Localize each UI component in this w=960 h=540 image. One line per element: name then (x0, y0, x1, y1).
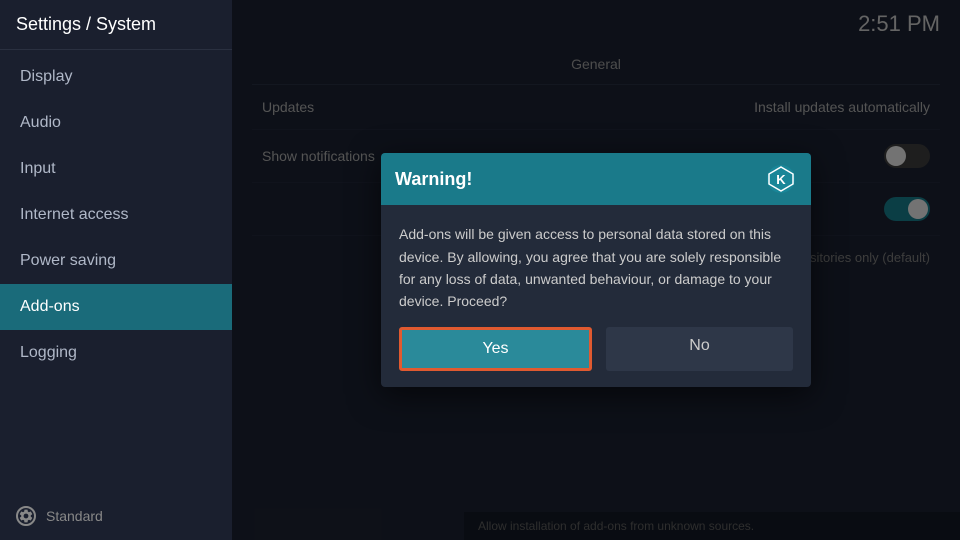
dialog-body: Add-ons will be given access to personal… (381, 205, 811, 327)
sidebar-footer: Standard (0, 492, 232, 540)
sidebar-item-input[interactable]: Input (0, 146, 232, 192)
dialog-title: Warning! (395, 169, 472, 190)
sidebar: Settings / System Display Audio Input In… (0, 0, 232, 540)
kodi-logo-icon: K (765, 163, 797, 195)
sidebar-title: Settings / System (0, 0, 232, 50)
yes-button[interactable]: Yes (399, 327, 592, 371)
sidebar-item-internet-access[interactable]: Internet access (0, 192, 232, 238)
sidebar-item-display[interactable]: Display (0, 54, 232, 100)
svg-text:K: K (776, 172, 786, 187)
dialog-body-text: Add-ons will be given access to personal… (399, 226, 781, 309)
warning-dialog: Warning! K Add-ons will be given access … (381, 153, 811, 387)
sidebar-title-text: Settings / System (16, 14, 156, 34)
no-button[interactable]: No (606, 327, 793, 371)
dialog-header: Warning! K (381, 153, 811, 205)
sidebar-item-logging[interactable]: Logging (0, 330, 232, 376)
dialog-overlay: Warning! K Add-ons will be given access … (232, 0, 960, 540)
sidebar-item-audio[interactable]: Audio (0, 100, 232, 146)
dialog-buttons: Yes No (381, 327, 811, 387)
gear-icon (16, 506, 36, 526)
sidebar-standard-label: Standard (46, 508, 103, 524)
sidebar-item-power-saving[interactable]: Power saving (0, 238, 232, 284)
sidebar-nav: Display Audio Input Internet access Powe… (0, 50, 232, 492)
sidebar-item-add-ons[interactable]: Add-ons (0, 284, 232, 330)
